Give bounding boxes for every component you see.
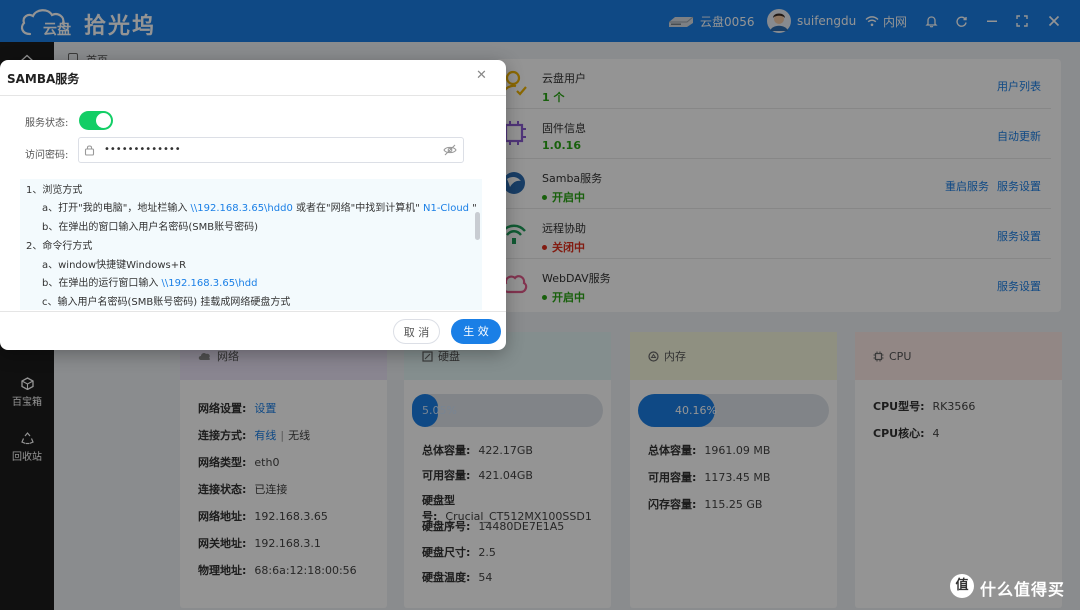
service-status-label: 服务状态: (25, 118, 69, 129)
eye-off-icon[interactable] (443, 144, 457, 156)
help-line: b、在弹出的窗口输入用户名密码(SMB账号密码) (42, 218, 258, 233)
password-input[interactable]: ••••••••••••• (78, 137, 464, 163)
samba-dialog: SAMBA服务 ✕ 服务状态: 访问密码: ••••••••••••• 1、浏览… (0, 60, 506, 350)
divider (0, 311, 506, 312)
password-value: ••••••••••••• (104, 144, 181, 155)
help-text: 或者在"网络"中找到计算机" (292, 203, 423, 214)
dialog-title: SAMBA服务 (7, 72, 80, 86)
close-icon: ✕ (476, 68, 487, 83)
help-text: " (469, 203, 477, 214)
help-line: 2、命令行方式 (26, 237, 92, 252)
help-line: a、window快捷键Windows+R (42, 256, 186, 271)
cancel-button[interactable]: 取 消 (393, 319, 440, 344)
help-text: b、在弹出的运行窗口输入 (42, 278, 162, 289)
divider (0, 95, 506, 96)
service-status-toggle[interactable] (79, 111, 113, 130)
dialog-close-button[interactable]: ✕ (476, 68, 487, 83)
help-line: a、打开"我的电脑"，地址栏输入 \\192.168.3.65\hdd0 或者在… (42, 199, 477, 214)
password-label: 访问密码: (25, 150, 69, 161)
help-text: b、在弹出的窗口输入用户名密码(SMB账号密码) (42, 222, 258, 233)
help-text: a、window快捷键Windows+R (42, 260, 187, 271)
watermark-logo: 值 (950, 574, 974, 598)
apply-button[interactable]: 生 效 (451, 319, 501, 344)
help-text: 1、浏览方式 (26, 185, 83, 196)
samba-help-box: 1、浏览方式 a、打开"我的电脑"，地址栏输入 \\192.168.3.65\hd… (20, 179, 482, 310)
toggle-knob (96, 113, 111, 128)
help-highlight: \\192.168.3.65\hdd (161, 278, 258, 289)
help-text: c、输入用户名密码(SMB账号密码) 挂载成网络硬盘方式 (42, 297, 291, 308)
help-text: a、打开"我的电脑"，地址栏输入 (42, 203, 191, 214)
help-highlight: \\192.168.3.65\hdd0 (190, 203, 293, 214)
help-highlight: N1-Cloud (422, 203, 469, 214)
lock-icon (84, 145, 95, 156)
watermark: 值 什么值得买 (948, 572, 1078, 602)
help-scrollbar[interactable] (475, 212, 480, 240)
help-text: 2、命令行方式 (26, 241, 93, 252)
help-line: b、在弹出的运行窗口输入 \\192.168.3.65\hdd (42, 274, 257, 289)
help-line: c、输入用户名密码(SMB账号密码) 挂载成网络硬盘方式 (42, 293, 290, 308)
watermark-text: 什么值得买 (980, 580, 1066, 599)
help-line: 1、浏览方式 (26, 181, 82, 196)
